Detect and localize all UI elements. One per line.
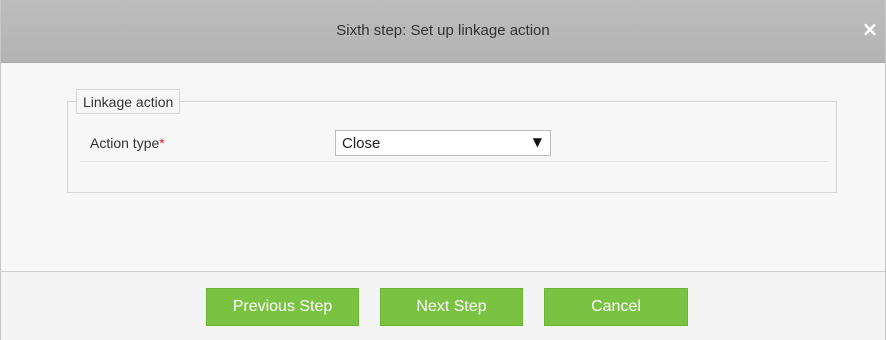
dialog-footer: Previous Step Next Step Cancel: [1, 271, 885, 340]
next-step-button[interactable]: Next Step: [380, 288, 523, 326]
dialog-titlebar: Sixth step: Set up linkage action ×: [1, 0, 885, 63]
previous-step-button[interactable]: Previous Step: [206, 288, 359, 326]
dialog-body: Linkage action Action type* Close ▼: [1, 63, 885, 271]
cancel-button[interactable]: Cancel: [544, 288, 688, 326]
linkage-action-fieldset: Linkage action Action type* Close ▼: [67, 89, 837, 193]
action-type-selected-value: Close: [342, 135, 381, 152]
dialog-title: Sixth step: Set up linkage action: [336, 22, 550, 39]
action-type-row: Action type* Close ▼: [80, 127, 828, 162]
linkage-wizard-dialog: Sixth step: Set up linkage action × Link…: [0, 0, 886, 340]
close-icon[interactable]: ×: [861, 19, 879, 39]
action-type-label: Action type*: [90, 135, 165, 151]
action-type-label-text: Action type: [90, 135, 160, 151]
chevron-down-icon: ▼: [532, 135, 542, 149]
action-type-select[interactable]: Close ▼: [335, 130, 551, 156]
fieldset-legend: Linkage action: [76, 89, 181, 114]
required-asterisk: *: [159, 135, 165, 151]
